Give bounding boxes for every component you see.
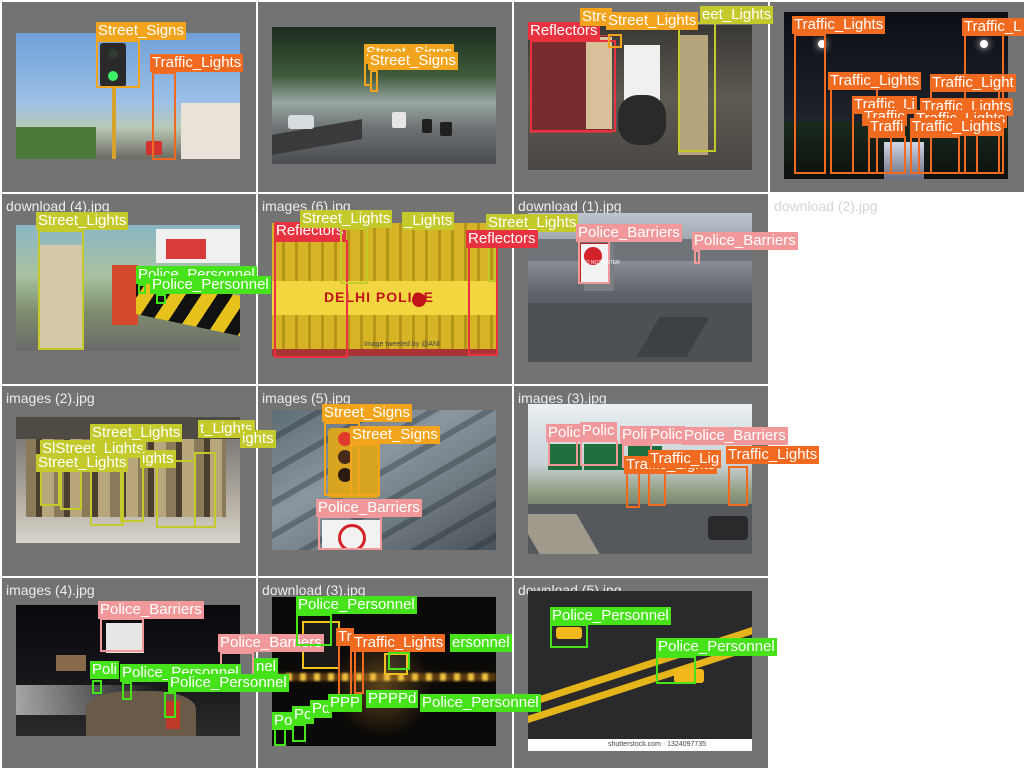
- tile-filename: download (2).jpg: [774, 198, 878, 214]
- tile-filename: images (5).jpg: [262, 390, 351, 406]
- photo-watermark: Image tweeted by @ANI: [364, 341, 440, 348]
- image-tile-5[interactable]: download (4).jpg: [2, 194, 256, 384]
- mosaic-grid: download (4).jpg images (6).jpg DELHI PO…: [0, 0, 1024, 768]
- tile-photo: DELHI POLICE Image tweeted by @ANI: [272, 223, 496, 356]
- image-tile-16[interactable]: [770, 578, 1024, 768]
- tile-photo: [272, 410, 496, 550]
- tile-filename: download (4).jpg: [6, 198, 110, 214]
- tile-filename: download (1).jpg: [518, 198, 622, 214]
- image-tile-15[interactable]: download (5).jpg shutterstock.com · 1324…: [514, 578, 768, 768]
- tile-photo: [528, 213, 752, 362]
- image-tile-8[interactable]: download (2).jpg: [770, 194, 1024, 384]
- image-tile-4[interactable]: [770, 2, 1024, 192]
- image-tile-6[interactable]: images (6).jpg DELHI POLICE Image tweete…: [258, 194, 512, 384]
- tile-photo: [16, 605, 240, 736]
- image-tile-3[interactable]: [514, 2, 768, 192]
- tile-photo: [528, 404, 752, 554]
- tile-photo: shutterstock.com · 1324097735: [528, 591, 752, 751]
- tile-photo: [784, 12, 1008, 179]
- photo-watermark: shutterstock.com · 1324097735: [608, 741, 707, 748]
- tile-photo: [16, 417, 240, 543]
- tile-photo: [16, 33, 240, 159]
- image-tile-10[interactable]: images (5).jpg: [258, 386, 512, 576]
- tile-photo: [528, 25, 752, 170]
- image-tile-13[interactable]: images (4).jpg: [2, 578, 256, 768]
- image-tile-9[interactable]: images (2).jpg: [2, 386, 256, 576]
- image-tile-12[interactable]: [770, 386, 1024, 576]
- tile-photo: [272, 597, 496, 746]
- image-tile-14[interactable]: download (3).jpg: [258, 578, 512, 768]
- image-tile-1[interactable]: [2, 2, 256, 192]
- tile-filename: images (6).jpg: [262, 198, 351, 214]
- image-tile-7[interactable]: download (1).jpg: [514, 194, 768, 384]
- tile-filename: images (4).jpg: [6, 582, 95, 598]
- tile-photo: [272, 27, 496, 164]
- image-tile-2[interactable]: [258, 2, 512, 192]
- tile-photo: [16, 225, 240, 351]
- image-tile-11[interactable]: images (3).jpg: [514, 386, 768, 576]
- tile-filename: download (3).jpg: [262, 582, 366, 598]
- tile-filename: images (2).jpg: [6, 390, 95, 406]
